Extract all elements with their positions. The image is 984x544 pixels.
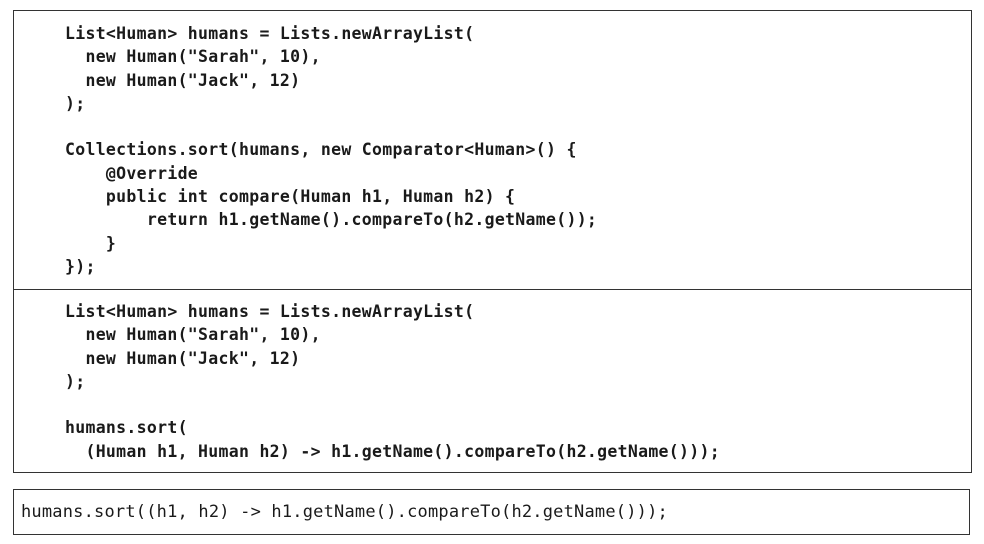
code-line: new Human("Sarah", 10), bbox=[65, 47, 321, 67]
code-line: new Human("Jack", 12) bbox=[65, 348, 301, 368]
code-line: Collections.sort(humans, new Comparator<… bbox=[65, 140, 577, 160]
code-line: return h1.getName().compareTo(h2.getName… bbox=[65, 210, 598, 230]
code-snippet-typed-lambda: List<Human> humans = Lists.newArrayList(… bbox=[65, 300, 720, 463]
code-snippet-anonymous-comparator: List<Human> humans = Lists.newArrayList(… bbox=[65, 22, 597, 278]
code-line: }); bbox=[65, 256, 96, 276]
code-line: } bbox=[65, 233, 117, 253]
code-line: new Human("Jack", 12) bbox=[65, 70, 301, 90]
code-panel-top: List<Human> humans = Lists.newArrayList(… bbox=[13, 10, 972, 473]
code-line: ); bbox=[65, 371, 86, 391]
code-line: List<Human> humans = Lists.newArrayList( bbox=[65, 24, 475, 43]
code-line: ); bbox=[65, 93, 86, 113]
section-divider bbox=[14, 289, 971, 290]
code-line: @Override bbox=[65, 163, 199, 183]
code-line: public int compare(Human h1, Human h2) { bbox=[65, 187, 516, 207]
code-snippet-inferred-lambda: humans.sort((h1, h2) -> h1.getName().com… bbox=[21, 501, 668, 524]
code-line: (Human h1, Human h2) -> h1.getName().com… bbox=[65, 441, 720, 461]
code-line: List<Human> humans = Lists.newArrayList( bbox=[65, 302, 475, 321]
code-line: humans.sort( bbox=[65, 418, 188, 438]
code-line: humans.sort((h1, h2) -> h1.getName().com… bbox=[21, 502, 668, 522]
code-panel-bottom: humans.sort((h1, h2) -> h1.getName().com… bbox=[13, 489, 970, 535]
code-line: new Human("Sarah", 10), bbox=[65, 325, 321, 345]
